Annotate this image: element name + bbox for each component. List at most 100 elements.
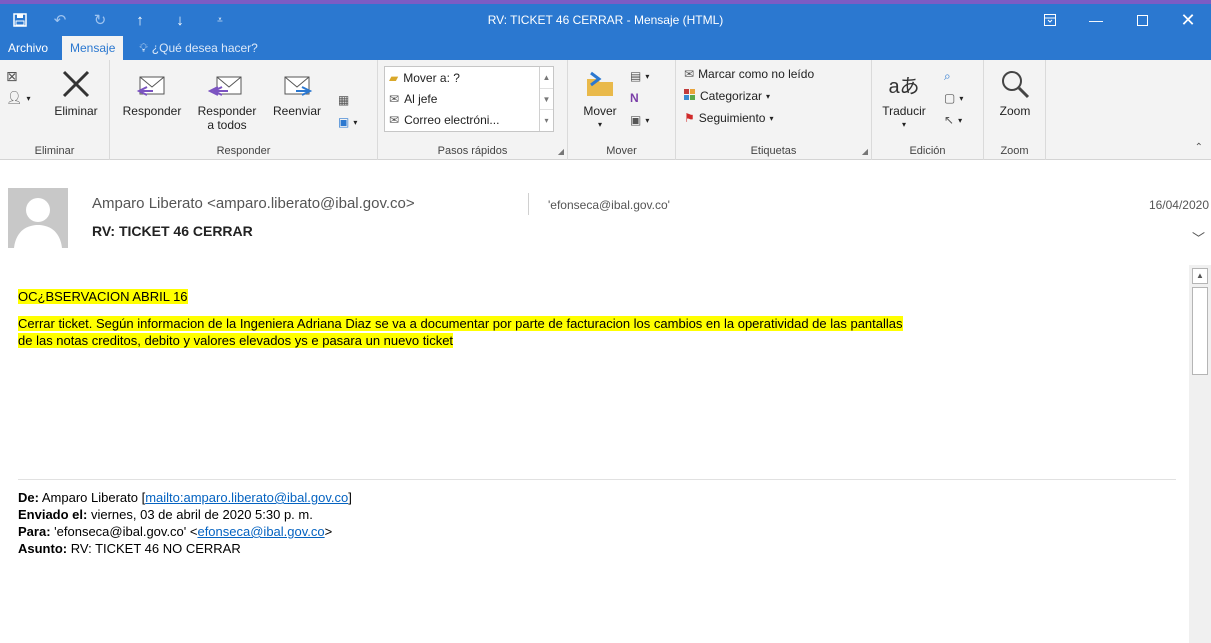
tab-mensaje[interactable]: Mensaje: [62, 36, 124, 60]
quoted-sent: Enviado el: viernes, 03 de abril de 2020…: [18, 507, 313, 522]
previous-item-icon[interactable]: ↑: [120, 4, 160, 36]
select-button[interactable]: ↖ ▾: [944, 110, 962, 130]
quick-steps-gallery: ▰ Mover a: ? ✉ Al jefe ✉ Correo electrón…: [384, 66, 554, 132]
group-label-zoom: Zoom: [1000, 145, 1029, 157]
related-icon: ▢: [944, 91, 956, 105]
maximize-icon[interactable]: [1119, 4, 1165, 36]
ignore-icon: ⊠: [6, 67, 18, 84]
select-cursor-icon: ↖: [944, 113, 955, 127]
group-label-responder: Responder: [216, 145, 271, 157]
email-icon: ✉: [389, 112, 400, 127]
actions-icon: ▣: [630, 113, 642, 127]
window-controls: — ✕: [1027, 4, 1211, 36]
delete-icon: [46, 64, 106, 104]
unread-icon: ✉: [684, 67, 695, 81]
close-icon[interactable]: ✕: [1165, 4, 1211, 36]
body-line-observacion: OC¿BSERVACION ABRIL 16: [18, 289, 188, 304]
group-responder: Responder Responder a todos Reenviar ▦ ▣…: [110, 60, 378, 160]
ribbon-display-icon[interactable]: [1027, 4, 1073, 36]
group-eliminar: ⊠ 👤︎ ▾ Eliminar Eliminar: [0, 60, 110, 160]
categorizar-button[interactable]: Categorizar ▾: [684, 86, 770, 106]
mailto-link[interactable]: mailto:amparo.liberato@ibal.gov.co: [145, 490, 348, 505]
quoted-subject: Asunto: RV: TICKET 46 NO CERRAR: [18, 541, 241, 556]
tell-me-search[interactable]: 💡︎ ¿Qué desea hacer?: [131, 36, 265, 60]
chevron-down-icon[interactable]: ﹀: [1192, 228, 1205, 247]
quick-step-correo[interactable]: ✉ Correo electróni...: [385, 109, 553, 130]
dialog-launcher-icon[interactable]: ◢: [862, 147, 868, 156]
message-subject: RV: TICKET 46 CERRAR: [92, 223, 253, 239]
group-label-edicion: Edición: [909, 145, 946, 157]
scroll-up-arrow-icon[interactable]: ▲: [1192, 268, 1208, 284]
ignore-button[interactable]: ⊠: [6, 66, 18, 86]
onenote-button[interactable]: N: [630, 88, 639, 108]
group-edicion: aあ Traducir ▾ ⌕ ▢ ▾ ↖ ▾ Edición: [872, 60, 984, 160]
translate-icon: aあ: [888, 75, 920, 98]
undo-icon[interactable]: ↶: [40, 4, 80, 36]
more-reply-icon: ▣: [338, 115, 350, 129]
reply-icon: [116, 64, 188, 104]
body-line-notas: de las notas creditos, debito y valores …: [18, 333, 454, 348]
meeting-reply-button[interactable]: ▦: [338, 90, 349, 110]
message-content: OC¿BSERVACION ABRIL 16 Cerrar ticket. Se…: [18, 288, 1176, 349]
sender[interactable]: Amparo Liberato <amparo.liberato@ibal.go…: [92, 195, 415, 212]
tab-archivo[interactable]: Archivo: [0, 36, 56, 60]
recipient-email-link[interactable]: efonseca@ibal.gov.co: [197, 524, 324, 539]
dialog-launcher-icon[interactable]: ◢: [558, 147, 564, 156]
message-header: Amparo Liberato <amparo.liberato@ibal.go…: [0, 160, 1211, 260]
ribbon: ⊠ 👤︎ ▾ Eliminar Eliminar Responder Respon…: [0, 60, 1211, 160]
recipient[interactable]: 'efonseca@ibal.gov.co': [548, 198, 670, 212]
tell-me-label: ¿Qué desea hacer?: [151, 41, 258, 55]
redo-icon[interactable]: ↻: [80, 4, 120, 36]
reenviar-button[interactable]: Reenviar: [264, 64, 330, 118]
folder-move-icon: ▰: [389, 70, 399, 85]
junk-button[interactable]: 👤︎ ▾: [6, 88, 31, 108]
vertical-scrollbar[interactable]: ▲: [1189, 265, 1211, 643]
rules-icon: ▤: [630, 69, 642, 83]
related-button[interactable]: ▢ ▾: [944, 88, 963, 108]
responder-button[interactable]: Responder: [116, 64, 188, 118]
traducir-button[interactable]: aあ Traducir ▾: [876, 64, 932, 132]
responder-todos-button[interactable]: Responder a todos: [190, 64, 264, 132]
scroll-down-icon[interactable]: ▼: [540, 89, 553, 111]
zoom-icon: [988, 64, 1042, 104]
quick-steps-scroll[interactable]: ▲ ▼ ▾: [539, 67, 553, 131]
categorize-icon: [684, 88, 696, 104]
zoom-button[interactable]: Zoom: [988, 64, 1042, 118]
scroll-thumb[interactable]: [1192, 287, 1208, 375]
group-label-mover: Mover: [606, 145, 637, 157]
minimize-icon[interactable]: —: [1073, 4, 1119, 36]
save-icon[interactable]: [0, 4, 40, 36]
quoted-headers: De: Amparo Liberato [mailto:amparo.liber…: [18, 489, 352, 557]
find-button[interactable]: ⌕: [944, 66, 951, 86]
body-line-cerrar: Cerrar ticket. Según informacion de la I…: [18, 316, 903, 331]
marcar-no-leido-button[interactable]: ✉ Marcar como no leído: [684, 64, 814, 84]
expand-gallery-icon[interactable]: ▾: [540, 110, 553, 131]
quick-step-al-jefe[interactable]: ✉ Al jefe: [385, 88, 553, 109]
actions-button[interactable]: ▣ ▾: [630, 110, 649, 130]
more-reply-button[interactable]: ▣ ▾: [338, 112, 357, 132]
mover-button[interactable]: Mover ▾: [574, 64, 626, 132]
group-etiquetas: ✉ Marcar como no leído Categorizar ▾ ⚑ Se…: [676, 60, 872, 160]
rules-button[interactable]: ▤ ▾: [630, 66, 649, 86]
move-folder-icon: [574, 64, 626, 104]
meeting-icon: ▦: [338, 93, 350, 107]
header-separator: [528, 193, 529, 215]
avatar: [8, 188, 68, 248]
next-item-icon[interactable]: ↓: [160, 4, 200, 36]
group-pasos-rapidos: ▰ Mover a: ? ✉ Al jefe ✉ Correo electrón…: [378, 60, 568, 160]
customize-toolbar-icon[interactable]: ⩡: [200, 4, 240, 36]
reply-all-icon: [190, 64, 264, 104]
junk-icon: 👤︎: [6, 90, 23, 105]
scroll-up-icon[interactable]: ▲: [540, 67, 553, 89]
eliminar-button[interactable]: Eliminar: [46, 64, 106, 118]
quick-step-mover[interactable]: ▰ Mover a: ?: [385, 67, 553, 88]
forward-mail-icon: ✉: [389, 91, 400, 106]
seguimiento-button[interactable]: ⚑ Seguimiento ▾: [684, 108, 774, 128]
quoted-from: De: Amparo Liberato [mailto:amparo.liber…: [18, 490, 352, 505]
onenote-icon: N: [630, 91, 639, 105]
collapse-ribbon-icon[interactable]: ⌃: [1195, 142, 1203, 153]
group-label-pasos: Pasos rápidos: [437, 145, 508, 157]
quick-access-toolbar: ↶ ↻ ↑ ↓ ⩡: [0, 4, 240, 36]
forward-icon: [264, 64, 330, 104]
quoted-divider: [18, 479, 1176, 480]
